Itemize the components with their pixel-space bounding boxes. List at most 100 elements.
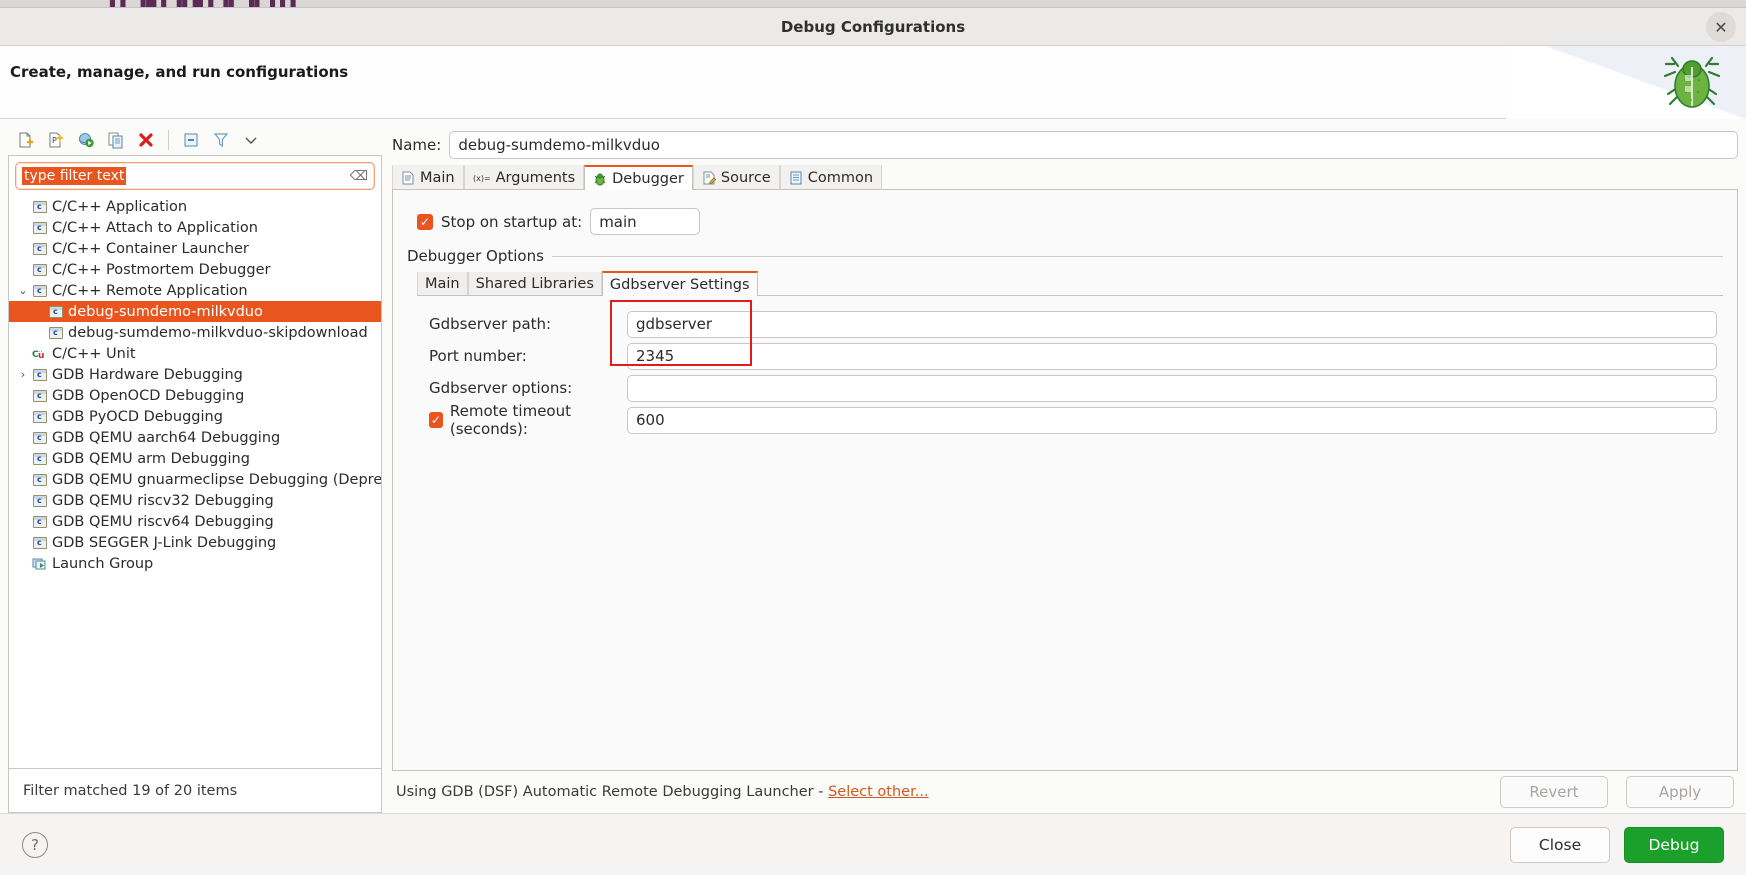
svg-text:(x)=: (x)= bbox=[473, 174, 491, 183]
apply-button[interactable]: Apply bbox=[1626, 776, 1734, 808]
dialog-footer: ? Close Debug bbox=[0, 813, 1746, 875]
name-input[interactable]: debug-sumdemo-milkvduo bbox=[449, 131, 1738, 159]
remote-timeout-input[interactable]: 600 bbox=[627, 406, 1717, 434]
inner-tab-main[interactable]: Main bbox=[417, 272, 468, 295]
field-row-port-number: Port number: 2345 bbox=[429, 340, 1717, 372]
tree-item-label: C/C++ Container Launcher bbox=[52, 240, 249, 257]
filter-button[interactable] bbox=[209, 128, 233, 152]
name-row: Name: debug-sumdemo-milkvduo bbox=[392, 131, 1738, 159]
search-input[interactable]: type filter text ⌫ bbox=[15, 162, 375, 190]
chevron-right-icon[interactable]: › bbox=[15, 368, 31, 381]
field-row-gdbserver-path: Gdbserver path: gdbserver bbox=[429, 308, 1717, 340]
tree-item[interactable]: C/C++ Container Launcher bbox=[9, 238, 381, 259]
debug-configurations-dialog: Debug Configurations ✕ Create, manage, a… bbox=[0, 7, 1746, 875]
configurations-toolbar: P bbox=[8, 125, 382, 155]
c-launch-icon bbox=[31, 200, 49, 213]
svg-text:P: P bbox=[52, 136, 57, 145]
export-launch-configuration-button[interactable] bbox=[74, 128, 98, 152]
inner-tab-gdbserver-settings[interactable]: Gdbserver Settings bbox=[601, 271, 758, 296]
tree-item[interactable]: GDB QEMU riscv32 Debugging bbox=[9, 490, 381, 511]
launcher-bar: Using GDB (DSF) Automatic Remote Debuggi… bbox=[392, 771, 1738, 813]
gdbserver-options-input[interactable] bbox=[627, 374, 1717, 402]
collapse-all-button[interactable] bbox=[179, 128, 203, 152]
close-button[interactable]: Close bbox=[1510, 826, 1610, 863]
select-other-link[interactable]: Select other... bbox=[828, 784, 928, 800]
duplicate-launch-configuration-button[interactable] bbox=[104, 128, 128, 152]
debugger-tab-panel: ✓ Stop on startup at: main Debugger Opti… bbox=[392, 190, 1738, 771]
duplicate-icon bbox=[108, 132, 123, 149]
tree-item[interactable]: debug-sumdemo-milkvduo-skipdownload bbox=[9, 322, 381, 343]
tab-arguments[interactable]: (x)= Arguments bbox=[463, 165, 585, 189]
port-number-label: Port number: bbox=[429, 347, 527, 365]
tree-item-label: GDB QEMU arm Debugging bbox=[52, 450, 250, 467]
cunit-icon: Cu ․․ bbox=[31, 347, 49, 361]
debug-button[interactable]: Debug bbox=[1624, 826, 1724, 863]
filter-status: Filter matched 19 of 20 items bbox=[8, 769, 382, 813]
new-launch-configuration-button[interactable] bbox=[14, 128, 38, 152]
tab-common[interactable]: Common bbox=[779, 165, 883, 189]
tree-item-label: GDB Hardware Debugging bbox=[52, 366, 243, 383]
c-launch-icon bbox=[31, 515, 49, 528]
gdbserver-options-label-wrap: Gdbserver options: bbox=[429, 379, 627, 397]
chevron-down-icon[interactable]: ⌄ bbox=[15, 284, 31, 297]
tab-debugger[interactable]: Debugger bbox=[584, 165, 693, 190]
svg-text:․․: ․․ bbox=[38, 347, 43, 354]
new-prototype-button[interactable]: P bbox=[44, 128, 68, 152]
clear-icon[interactable]: ⌫ bbox=[350, 169, 368, 184]
tab-source[interactable]: Source bbox=[692, 165, 780, 189]
tree-item[interactable]: Launch Group bbox=[9, 553, 381, 574]
debugger-options-tabs[interactable]: Main Shared Libraries Gdbserver Settings bbox=[417, 271, 1723, 296]
tree-item[interactable]: GDB QEMU gnuarmeclipse Debugging (Deprec… bbox=[9, 469, 381, 490]
debugger-options-title: Debugger Options bbox=[407, 247, 544, 265]
tree-item[interactable]: GDB OpenOCD Debugging bbox=[9, 385, 381, 406]
port-number-input[interactable]: 2345 bbox=[627, 342, 1717, 370]
c-launch-icon bbox=[31, 452, 49, 465]
delete-launch-configuration-button[interactable] bbox=[134, 128, 158, 152]
tree-item[interactable]: GDB SEGGER J-Link Debugging bbox=[9, 532, 381, 553]
chevron-down-icon bbox=[245, 137, 257, 144]
configurations-tree-box: type filter text ⌫ C/C++ ApplicationC/C+… bbox=[8, 155, 382, 769]
configurations-tree[interactable]: C/C++ Application C/C++ Attach to Applica… bbox=[9, 194, 381, 768]
tree-item-label: C/C++ Unit bbox=[52, 345, 136, 362]
dialog-titlebar: Debug Configurations ✕ bbox=[0, 8, 1746, 46]
tree-item-label: C/C++ Remote Application bbox=[52, 282, 248, 299]
source-icon bbox=[702, 171, 716, 185]
tab-main[interactable]: Main bbox=[392, 165, 464, 189]
export-icon bbox=[78, 133, 94, 148]
tree-item[interactable]: C/C++ Postmortem Debugger bbox=[9, 259, 381, 280]
tree-item[interactable]: GDB PyOCD Debugging bbox=[9, 406, 381, 427]
tree-item[interactable]: C/C++ Attach to Application bbox=[9, 217, 381, 238]
revert-button[interactable]: Revert bbox=[1500, 776, 1608, 808]
inner-tab-shared-libraries[interactable]: Shared Libraries bbox=[467, 272, 602, 295]
close-icon[interactable]: ✕ bbox=[1706, 12, 1736, 42]
tree-item[interactable]: Cu ․․ C/C++ Unit bbox=[9, 343, 381, 364]
remote-timeout-value: 600 bbox=[636, 411, 665, 429]
stop-on-startup-checkbox[interactable]: ✓ bbox=[417, 213, 433, 230]
inner-tab-label: Shared Libraries bbox=[475, 275, 594, 292]
desktop-background-strip: ▌▌ ▐█ ▌▐▌█▐ ▐▌ ▐▌▐ ▌▌ bbox=[0, 0, 1746, 7]
dialog-body: P type filter text ⌫ c C/C++ Application… bbox=[0, 119, 1746, 813]
tree-item[interactable]: › GDB Hardware Debugging bbox=[9, 364, 381, 385]
view-menu-button[interactable] bbox=[239, 128, 263, 152]
tree-item[interactable]: debug-sumdemo-milkvduo bbox=[9, 301, 381, 322]
tree-item-label: GDB QEMU gnuarmeclipse Debugging (Deprec… bbox=[52, 471, 381, 488]
tree-item[interactable]: GDB QEMU arm Debugging bbox=[9, 448, 381, 469]
remote-timeout-checkbox[interactable]: ✓ bbox=[429, 412, 443, 428]
help-icon[interactable]: ? bbox=[22, 831, 48, 858]
arguments-icon: (x)= bbox=[473, 171, 491, 185]
gdbserver-options-label: Gdbserver options: bbox=[429, 379, 573, 397]
tree-item[interactable]: ⌄ C/C++ Remote Application bbox=[9, 280, 381, 301]
c-launch-icon bbox=[31, 494, 49, 507]
tab-label: Common bbox=[807, 169, 874, 186]
gdbserver-path-input[interactable]: gdbserver bbox=[627, 310, 1717, 338]
debugger-options-header: Debugger Options bbox=[407, 247, 1723, 265]
name-label: Name: bbox=[392, 136, 442, 154]
configuration-tabs[interactable]: Main (x)= Arguments Debugger Source Common bbox=[392, 165, 1738, 190]
stop-on-startup-input[interactable]: main bbox=[590, 208, 701, 235]
tree-item[interactable]: GDB QEMU riscv64 Debugging bbox=[9, 511, 381, 532]
stop-on-startup-value: main bbox=[599, 212, 637, 231]
tree-item-label: Launch Group bbox=[52, 555, 154, 572]
tree-item[interactable]: C/C++ Application bbox=[9, 196, 381, 217]
tree-item[interactable]: GDB QEMU aarch64 Debugging bbox=[9, 427, 381, 448]
tree-item-label: GDB QEMU aarch64 Debugging bbox=[52, 429, 281, 446]
